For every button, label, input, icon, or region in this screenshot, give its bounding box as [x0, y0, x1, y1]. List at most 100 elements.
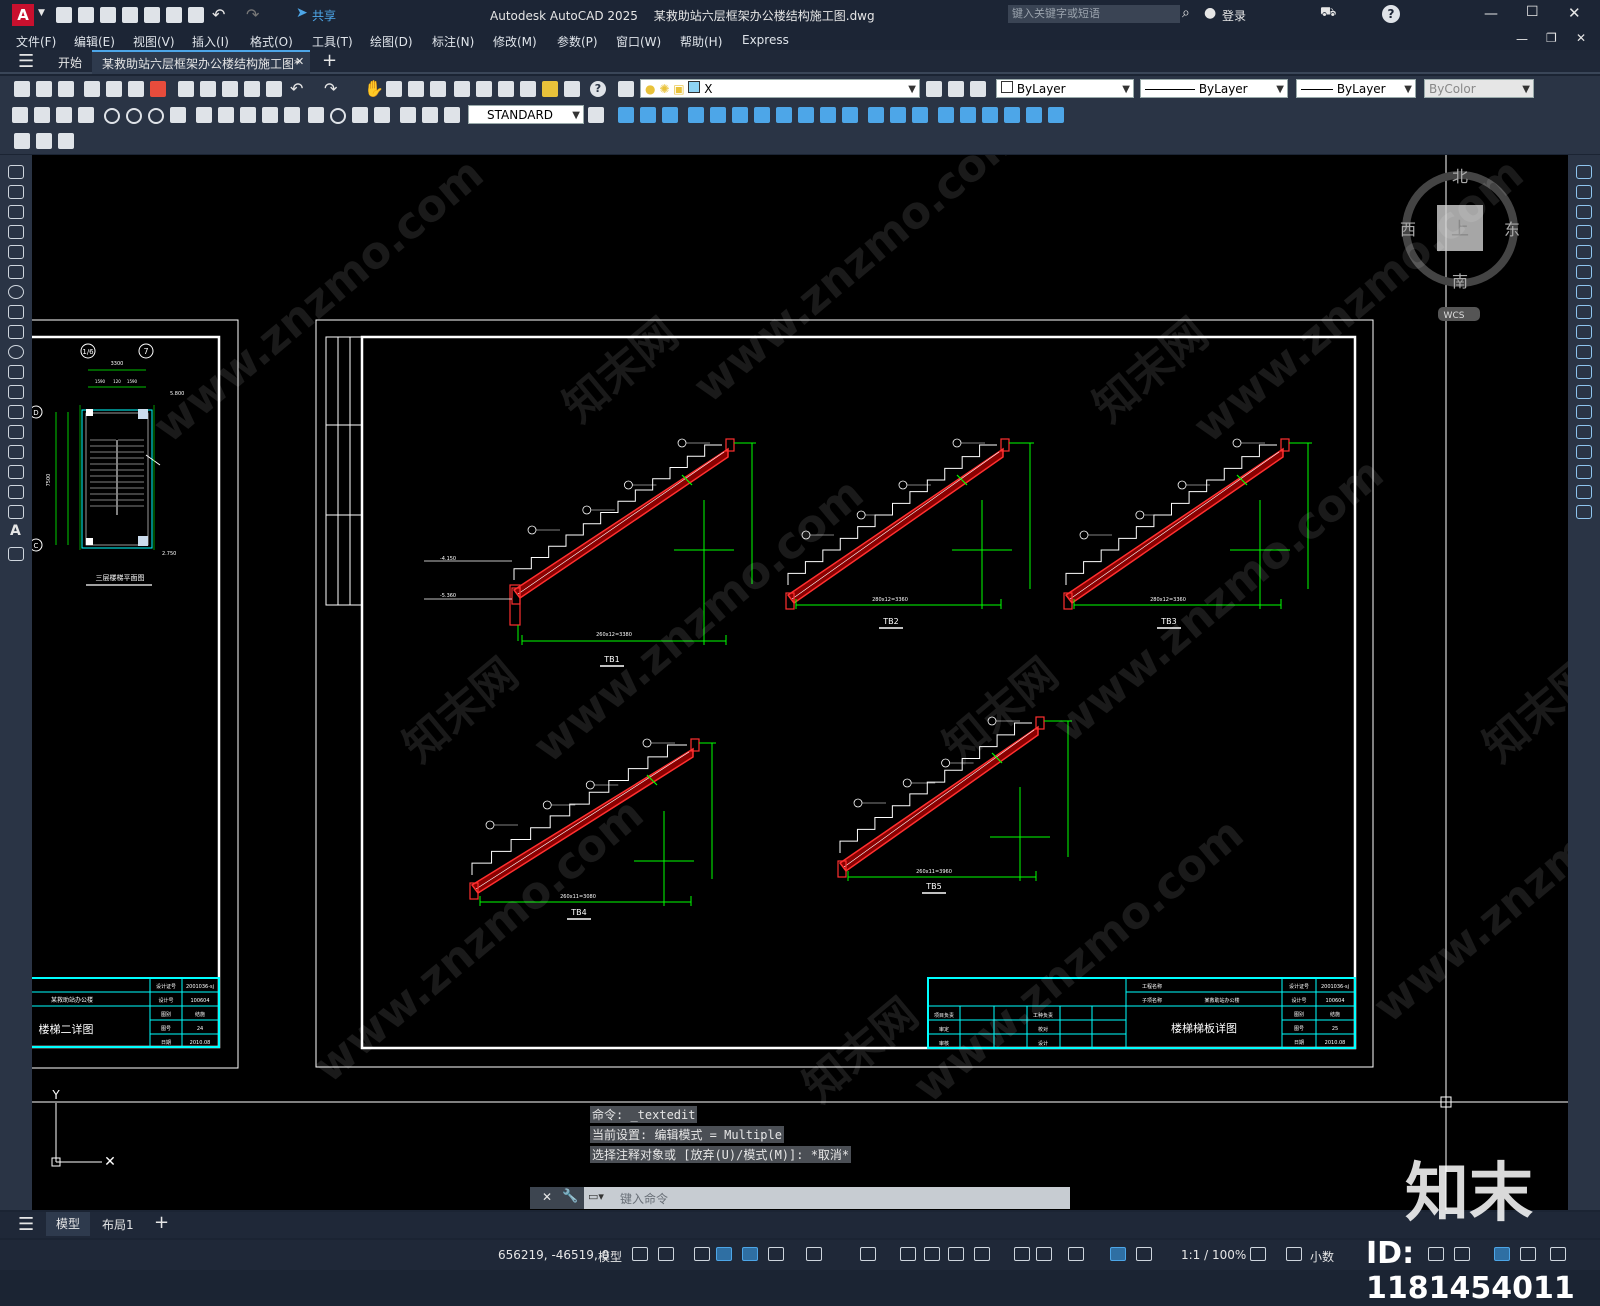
modeling-sphere-icon[interactable] [688, 107, 704, 123]
blend-curves-icon[interactable] [1576, 485, 1592, 499]
dim-aligned-icon[interactable] [34, 107, 50, 123]
modeling-helix-icon[interactable] [776, 107, 792, 123]
gizmo-icon[interactable] [1068, 1247, 1084, 1261]
model-space-button[interactable]: 模型 [598, 1248, 622, 1265]
open-file-icon[interactable] [78, 7, 94, 23]
explode-tool-icon[interactable] [1576, 505, 1592, 519]
rectangle-tool-icon[interactable] [8, 245, 24, 259]
doc-close-icon[interactable]: ✕ [1576, 31, 1586, 45]
menu-draw[interactable]: 绘图(D) [370, 33, 413, 50]
dim-baseline-icon[interactable] [218, 107, 234, 123]
share-icon[interactable]: ➤ [296, 5, 308, 21]
lineweight-dropdown[interactable]: ByLayer ▼ [1296, 79, 1416, 98]
save-as-icon[interactable] [122, 7, 138, 23]
design-center-icon[interactable] [476, 81, 492, 97]
menu-tools[interactable]: 工具(T) [312, 33, 353, 50]
menu-view[interactable]: 视图(V) [133, 33, 175, 50]
modeling-torus-icon[interactable] [732, 107, 748, 123]
layer-state-icon[interactable] [970, 81, 986, 97]
workspace-gear-icon[interactable] [1250, 1247, 1266, 1261]
plot-icon[interactable] [188, 7, 204, 23]
trim-tool-icon[interactable] [1576, 345, 1592, 359]
stretch-tool-icon[interactable] [1576, 325, 1592, 339]
help-icon[interactable]: ? [1382, 5, 1400, 23]
ortho-mode-icon[interactable] [742, 1247, 758, 1261]
array-tool-icon[interactable] [1576, 245, 1592, 259]
login-button[interactable]: 登录 [1222, 7, 1246, 24]
dim-arc-icon[interactable] [56, 107, 72, 123]
undo-toolbar-icon[interactable]: ↶ [290, 79, 303, 98]
markup-icon[interactable] [542, 81, 558, 97]
menu-edit[interactable]: 编辑(E) [74, 33, 115, 50]
modeling-wedge-icon[interactable] [640, 107, 656, 123]
minimize-icon[interactable]: — [1484, 6, 1498, 22]
help-toolbar-icon[interactable]: ? [590, 81, 606, 97]
dim-radius-icon[interactable] [104, 108, 120, 124]
search-input[interactable]: 键入关键字或短语 [1008, 5, 1180, 23]
zoom-window-icon[interactable] [408, 81, 424, 97]
edit-attribute-icon[interactable] [36, 133, 52, 149]
search-icon[interactable]: ⌕ [1182, 5, 1190, 21]
hardware-accel-icon[interactable] [1494, 1247, 1510, 1261]
viewcube-east[interactable]: 东 [1504, 220, 1520, 239]
menu-dimension[interactable]: 标注(N) [432, 33, 474, 50]
center-mark-icon[interactable] [330, 108, 346, 124]
jogged-linear-icon[interactable] [374, 107, 390, 123]
copy-tool-icon[interactable] [1576, 185, 1592, 199]
user-icon[interactable]: ● [1204, 5, 1216, 21]
dim-angular-icon[interactable] [170, 107, 186, 123]
snap-mode-icon[interactable] [658, 1247, 674, 1261]
cut-icon[interactable] [178, 81, 194, 97]
dim-edit-icon[interactable] [400, 107, 416, 123]
color-dropdown[interactable]: ByLayer ▼ [996, 79, 1134, 98]
tab-layout1[interactable]: 布局1 [102, 1216, 134, 1233]
arc-tool-icon[interactable] [8, 265, 24, 279]
quick-dim-icon[interactable] [196, 107, 212, 123]
new-tab-icon[interactable]: + [322, 50, 337, 71]
line-tool-icon[interactable] [8, 165, 24, 179]
modeling-3dalign-icon[interactable] [1048, 107, 1064, 123]
modeling-3dmove-icon[interactable] [1004, 107, 1020, 123]
chamfer-tool-icon[interactable] [1576, 445, 1592, 459]
zoom-previous-icon[interactable] [430, 81, 446, 97]
modeling-planar-icon[interactable] [798, 107, 814, 123]
dynamic-input-icon[interactable] [716, 1247, 732, 1261]
ellipse-tool-icon[interactable] [8, 345, 24, 359]
properties-icon[interactable] [454, 81, 470, 97]
undo-icon[interactable]: ↶ [212, 5, 225, 24]
edit-text-icon[interactable] [14, 133, 30, 149]
doc-minimize-icon[interactable]: — [1516, 32, 1528, 46]
offset-tool-icon[interactable] [1576, 225, 1592, 239]
modeling-extrude-icon[interactable] [820, 107, 836, 123]
dim-diameter-icon[interactable] [148, 108, 164, 124]
menu-parametric[interactable]: 参数(P) [557, 33, 598, 50]
redo-toolbar-icon[interactable]: ↷ [324, 79, 337, 98]
selection-cycling-icon[interactable] [948, 1247, 964, 1261]
copy-icon[interactable] [200, 81, 216, 97]
spline-tool-icon[interactable] [8, 325, 24, 339]
layer-previous-icon[interactable] [948, 81, 964, 97]
calc-icon[interactable] [564, 81, 580, 97]
modeling-loft-icon[interactable] [912, 107, 928, 123]
zoom-realtime-icon[interactable] [386, 81, 402, 97]
dimstyle-dropdown[interactable]: STANDARD ▼ [468, 105, 584, 124]
inspection-icon[interactable] [352, 107, 368, 123]
rotate-tool-icon[interactable] [1576, 285, 1592, 299]
join-tool-icon[interactable] [1576, 425, 1592, 439]
modeling-3drotate-icon[interactable] [1026, 107, 1042, 123]
customization-icon[interactable] [1550, 1247, 1566, 1261]
table-tool-icon[interactable] [8, 505, 24, 519]
save-icon[interactable] [100, 7, 116, 23]
save-to-web-icon[interactable] [166, 7, 182, 23]
auto-scale-icon[interactable] [1136, 1247, 1152, 1261]
menu-insert[interactable]: 插入(I) [192, 33, 229, 50]
tab-close-icon[interactable]: ✕ [295, 55, 304, 68]
layer-properties-icon[interactable] [618, 81, 634, 97]
maximize-icon[interactable]: ☐ [1526, 4, 1539, 20]
infer-constraints-icon[interactable] [694, 1247, 710, 1261]
revcloud-tool-icon[interactable] [8, 305, 24, 319]
save-toolbar-icon[interactable] [58, 81, 74, 97]
command-close-icon[interactable]: ✕ [542, 1190, 552, 1204]
layer-dropdown[interactable]: ● ✺ ▣ X ▼ [640, 79, 920, 98]
modeling-pyramid-icon[interactable] [754, 107, 770, 123]
